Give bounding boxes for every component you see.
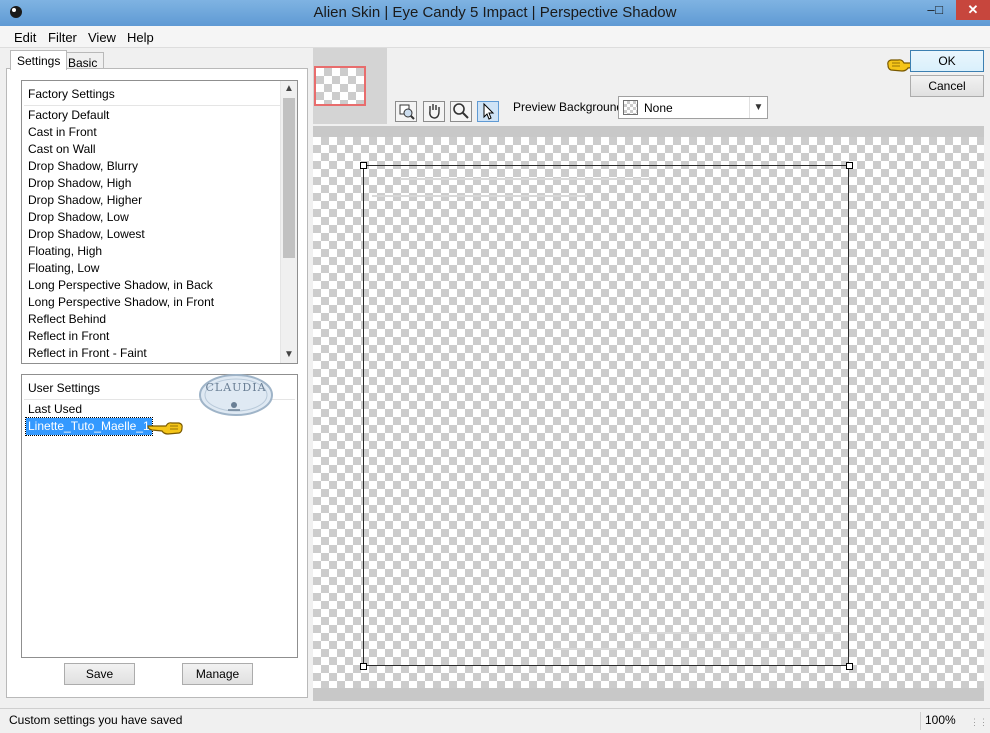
status-divider <box>920 712 921 730</box>
zoom-fit-icon <box>399 104 415 120</box>
watermark-text: CLAUDIA <box>205 381 267 394</box>
faint-frame-line <box>400 178 650 180</box>
list-item[interactable]: Reflect in Front - Faint <box>28 345 214 362</box>
status-message: Custom settings you have saved <box>9 713 183 727</box>
watermark-badge-icon <box>199 374 273 416</box>
preview-background-value: None <box>644 101 673 115</box>
resize-handle[interactable] <box>846 162 853 169</box>
scroll-thumb[interactable] <box>283 98 295 258</box>
list-item[interactable]: Long Perspective Shadow, in Front <box>28 294 214 311</box>
hand-tool[interactable] <box>423 101 445 122</box>
resize-grip-icon[interactable]: ⋮⋮ <box>970 717 988 728</box>
factory-settings-header: Factory Settings <box>28 87 115 101</box>
list-item[interactable]: Drop Shadow, Blurry <box>28 158 214 175</box>
list-item-last-used[interactable]: Last Used <box>26 402 84 416</box>
factory-list-scrollbar[interactable]: ▲ ▼ <box>280 81 297 363</box>
list-item[interactable]: Drop Shadow, High <box>28 175 214 192</box>
scroll-up-arrow-icon[interactable]: ▲ <box>281 81 297 97</box>
menu-help[interactable]: Help <box>127 30 154 45</box>
list-item[interactable]: Factory Default <box>28 107 214 124</box>
list-item[interactable]: Long Perspective Shadow, in Back <box>28 277 214 294</box>
faint-frame-line <box>372 195 587 197</box>
cancel-button[interactable]: Cancel <box>910 75 984 97</box>
resize-handle[interactable] <box>360 162 367 169</box>
window-title: Alien Skin | Eye Candy 5 Impact | Perspe… <box>313 4 677 21</box>
list-item[interactable]: Drop Shadow, Higher <box>28 192 214 209</box>
manage-button[interactable]: Manage <box>182 663 253 685</box>
faint-frame-line <box>555 648 810 650</box>
maximize-button[interactable]: □ <box>926 0 952 20</box>
preview-background-select[interactable]: None ▼ <box>618 96 768 119</box>
factory-settings-items: Factory Default Cast in Front Cast on Wa… <box>28 107 214 362</box>
user-settings-header: User Settings <box>28 381 101 395</box>
save-button[interactable]: Save <box>64 663 135 685</box>
list-item[interactable]: Cast in Front <box>28 124 214 141</box>
hand-icon <box>429 104 440 119</box>
pointer-tool[interactable] <box>477 101 499 122</box>
scroll-down-arrow-icon[interactable]: ▼ <box>281 347 297 363</box>
user-settings-items: Last Used Linette_Tuto_Maelle_1 <box>25 401 153 436</box>
list-item[interactable]: Cast on Wall <box>28 141 214 158</box>
list-item-row: Linette_Tuto_Maelle_1 <box>25 417 153 436</box>
ok-button[interactable]: OK <box>910 50 984 72</box>
faint-frame-line <box>630 632 840 634</box>
claudia-watermark: CLAUDIA <box>198 372 274 418</box>
preview-background-label: Preview Background: <box>513 100 627 114</box>
close-button[interactable]: ✕ <box>956 0 990 20</box>
list-item[interactable]: Reflect Behind <box>28 311 214 328</box>
list-item-row: Last Used <box>26 401 152 418</box>
zoom-level: 100% <box>925 713 956 727</box>
image-bounding-box[interactable] <box>363 165 849 666</box>
magnifier-icon <box>453 103 469 119</box>
resize-handle[interactable] <box>360 663 367 670</box>
tab-basic[interactable]: Basic <box>61 52 105 70</box>
factory-settings-list[interactable]: Factory Settings Factory Default Cast in… <box>21 80 298 364</box>
menu-bar: Edit Filter View Help <box>0 26 990 48</box>
title-bar: Alien Skin | Eye Candy 5 Impact | Perspe… <box>0 0 990 26</box>
menu-filter[interactable]: Filter <box>48 30 77 45</box>
tab-settings[interactable]: Settings <box>10 50 68 70</box>
list-divider <box>24 105 280 106</box>
list-item[interactable]: Floating, Low <box>28 260 214 277</box>
list-item[interactable]: Floating, High <box>28 243 214 260</box>
background-swatch <box>623 100 638 115</box>
resize-handle[interactable] <box>846 663 853 670</box>
list-item[interactable]: Drop Shadow, Lowest <box>28 226 214 243</box>
list-item[interactable]: Reflect in Front <box>28 328 214 345</box>
preview-thumbnail[interactable] <box>314 66 366 106</box>
magnifier-tool[interactable] <box>450 101 472 122</box>
pointing-hand-icon <box>147 422 183 435</box>
list-item-linette-tuto[interactable]: Linette_Tuto_Maelle_1 <box>25 417 153 436</box>
zoom-fit-tool[interactable] <box>395 101 417 122</box>
chevron-down-icon[interactable]: ▼ <box>749 97 767 118</box>
menu-edit[interactable]: Edit <box>14 30 36 45</box>
arrow-pointer-icon <box>483 102 495 120</box>
menu-view[interactable]: View <box>88 30 116 45</box>
list-item[interactable]: Drop Shadow, Low <box>28 209 214 226</box>
status-bar: Custom settings you have saved 100% ⋮⋮ <box>0 708 990 733</box>
